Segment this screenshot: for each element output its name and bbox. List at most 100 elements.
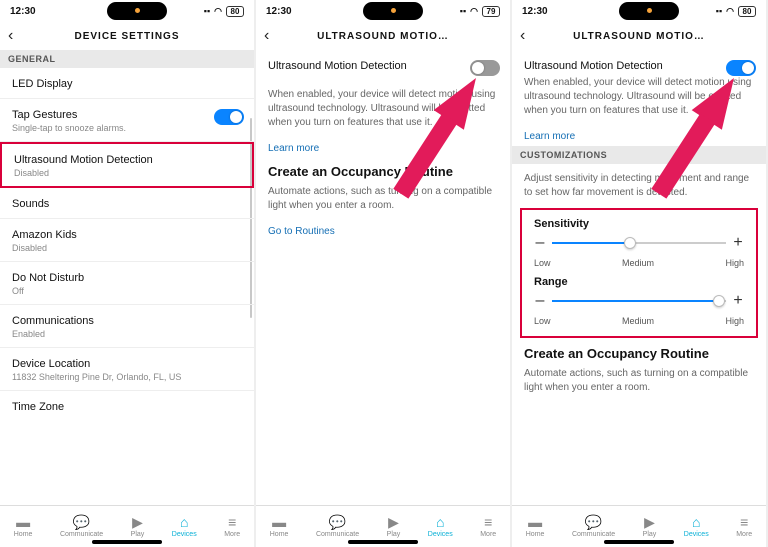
row-amazon-kids[interactable]: Amazon Kids Disabled	[0, 219, 254, 262]
dynamic-island	[363, 2, 423, 20]
battery-icon: 80	[226, 6, 244, 17]
learn-more-link[interactable]: Learn more	[512, 127, 587, 146]
routine-desc: Automate actions, such as turning on a c…	[256, 185, 510, 221]
tab-communicate[interactable]: 💬Communicate	[316, 515, 359, 538]
chat-icon: 💬	[329, 515, 346, 529]
devices-icon: ⌂	[180, 515, 188, 529]
page-title: DEVICE SETTINGS	[0, 31, 254, 42]
home-indicator[interactable]	[604, 540, 674, 544]
routine-heading: Create an Occupancy Routine	[512, 338, 766, 367]
status-bar: 12:30 ▪▪ ◠ 79	[256, 0, 510, 22]
customizations-panel: Sensitivity – + LowMediumHigh Range –	[520, 208, 758, 338]
tab-devices[interactable]: ⌂Devices	[172, 515, 197, 538]
clock: 12:30	[266, 6, 326, 17]
play-icon: ▶	[388, 515, 399, 529]
row-device-location[interactable]: Device Location 11832 Sheltering Pine Dr…	[0, 348, 254, 391]
more-icon: ≡	[484, 515, 492, 529]
tab-more[interactable]: ≡More	[480, 515, 496, 538]
screen-umd-on: 12:30 ▪▪ ◠ 80 ‹ ULTRASOUND MOTIO… Ultras…	[512, 0, 768, 547]
range-decrease[interactable]: –	[534, 292, 546, 310]
status-bar: 12:30 ▪▪ ◠ 80	[512, 0, 766, 22]
signal-icon: ▪▪	[204, 6, 210, 16]
tab-play[interactable]: ▶Play	[131, 515, 145, 538]
more-icon: ≡	[228, 515, 236, 529]
dynamic-island	[107, 2, 167, 20]
chat-icon: 💬	[73, 515, 90, 529]
status-bar: 12:30 ▪▪ ◠ 80	[0, 0, 254, 22]
range-track[interactable]	[552, 300, 726, 302]
umd-description: When enabled, your device will detect mo…	[512, 76, 766, 126]
tab-play[interactable]: ▶Play	[643, 515, 657, 538]
umd-description: When enabled, your device will detect mo…	[256, 80, 510, 138]
back-button[interactable]: ‹	[520, 27, 525, 45]
tab-home[interactable]: ▬Home	[526, 515, 545, 538]
dynamic-island	[619, 2, 679, 20]
home-indicator[interactable]	[92, 540, 162, 544]
tab-play[interactable]: ▶Play	[387, 515, 401, 538]
row-communications[interactable]: Communications Enabled	[0, 305, 254, 348]
wifi-icon: ◠	[470, 6, 478, 17]
nav-bar: ‹ DEVICE SETTINGS	[0, 22, 254, 50]
signal-icon: ▪▪	[716, 6, 722, 16]
go-to-routines-link[interactable]: Go to Routines	[256, 222, 347, 241]
tab-communicate[interactable]: 💬Communicate	[572, 515, 615, 538]
nav-bar: ‹ ULTRASOUND MOTIO…	[256, 22, 510, 50]
row-tap-gestures[interactable]: Tap Gestures Single-tap to snooze alarms…	[0, 99, 254, 142]
tab-devices[interactable]: ⌂Devices	[428, 515, 453, 538]
devices-icon: ⌂	[436, 515, 444, 529]
tab-home[interactable]: ▬Home	[14, 515, 33, 538]
page-title: ULTRASOUND MOTIO…	[256, 31, 510, 42]
toggle-umd[interactable]	[470, 60, 500, 76]
chat-icon: 💬	[585, 515, 602, 529]
devices-icon: ⌂	[692, 515, 700, 529]
home-icon: ▬	[272, 515, 286, 529]
settings-list: LED Display Tap Gestures Single-tap to s…	[0, 68, 254, 505]
row-do-not-disturb[interactable]: Do Not Disturb Off	[0, 262, 254, 305]
sensitivity-decrease[interactable]: –	[534, 234, 546, 252]
customizations-desc: Adjust sensitivity in detecting movement…	[512, 164, 766, 208]
sensitivity-track[interactable]	[552, 242, 726, 244]
row-ultrasound-motion[interactable]: Ultrasound Motion Detection Disabled	[0, 142, 254, 188]
back-button[interactable]: ‹	[264, 27, 269, 45]
tab-communicate[interactable]: 💬Communicate	[60, 515, 103, 538]
status-right: ▪▪ ◠ 80	[204, 6, 244, 17]
range-increase[interactable]: +	[732, 292, 744, 310]
clock: 12:30	[522, 6, 582, 17]
home-indicator[interactable]	[348, 540, 418, 544]
screen-device-settings: 12:30 ▪▪ ◠ 80 ‹ DEVICE SETTINGS GENERAL …	[0, 0, 256, 547]
tab-more[interactable]: ≡More	[224, 515, 240, 538]
row-umd-toggle: Ultrasound Motion Detection	[512, 50, 766, 76]
content-area: Ultrasound Motion Detection When enabled…	[256, 50, 510, 505]
battery-icon: 80	[738, 6, 756, 17]
row-sounds[interactable]: Sounds	[0, 188, 254, 219]
signal-icon: ▪▪	[460, 6, 466, 16]
learn-more-link[interactable]: Learn more	[256, 139, 331, 158]
play-icon: ▶	[132, 515, 143, 529]
section-general: GENERAL	[0, 50, 254, 68]
more-icon: ≡	[740, 515, 748, 529]
row-time-zone[interactable]: Time Zone	[0, 391, 254, 421]
back-button[interactable]: ‹	[8, 27, 13, 45]
toggle-umd[interactable]	[726, 60, 756, 76]
home-icon: ▬	[16, 515, 30, 529]
row-led-display[interactable]: LED Display	[0, 68, 254, 99]
sensitivity-slider: Sensitivity – + LowMediumHigh	[522, 214, 756, 272]
routine-heading: Create an Occupancy Routine	[256, 158, 510, 185]
tab-more[interactable]: ≡More	[736, 515, 752, 538]
tab-home[interactable]: ▬Home	[270, 515, 289, 538]
home-icon: ▬	[528, 515, 542, 529]
sensitivity-increase[interactable]: +	[732, 234, 744, 252]
clock: 12:30	[10, 6, 70, 17]
page-title: ULTRASOUND MOTIO…	[512, 31, 766, 42]
row-umd-toggle: Ultrasound Motion Detection	[256, 50, 510, 80]
range-slider: Range – + LowMediumHigh	[522, 272, 756, 330]
screen-umd-off: 12:30 ▪▪ ◠ 79 ‹ ULTRASOUND MOTIO… Ultras…	[256, 0, 512, 547]
battery-icon: 79	[482, 6, 500, 17]
routine-desc: Automate actions, such as turning on a c…	[512, 367, 766, 403]
tab-devices[interactable]: ⌂Devices	[684, 515, 709, 538]
wifi-icon: ◠	[214, 6, 222, 17]
wifi-icon: ◠	[726, 6, 734, 17]
nav-bar: ‹ ULTRASOUND MOTIO…	[512, 22, 766, 50]
toggle-tap-gestures[interactable]	[214, 109, 244, 125]
play-icon: ▶	[644, 515, 655, 529]
